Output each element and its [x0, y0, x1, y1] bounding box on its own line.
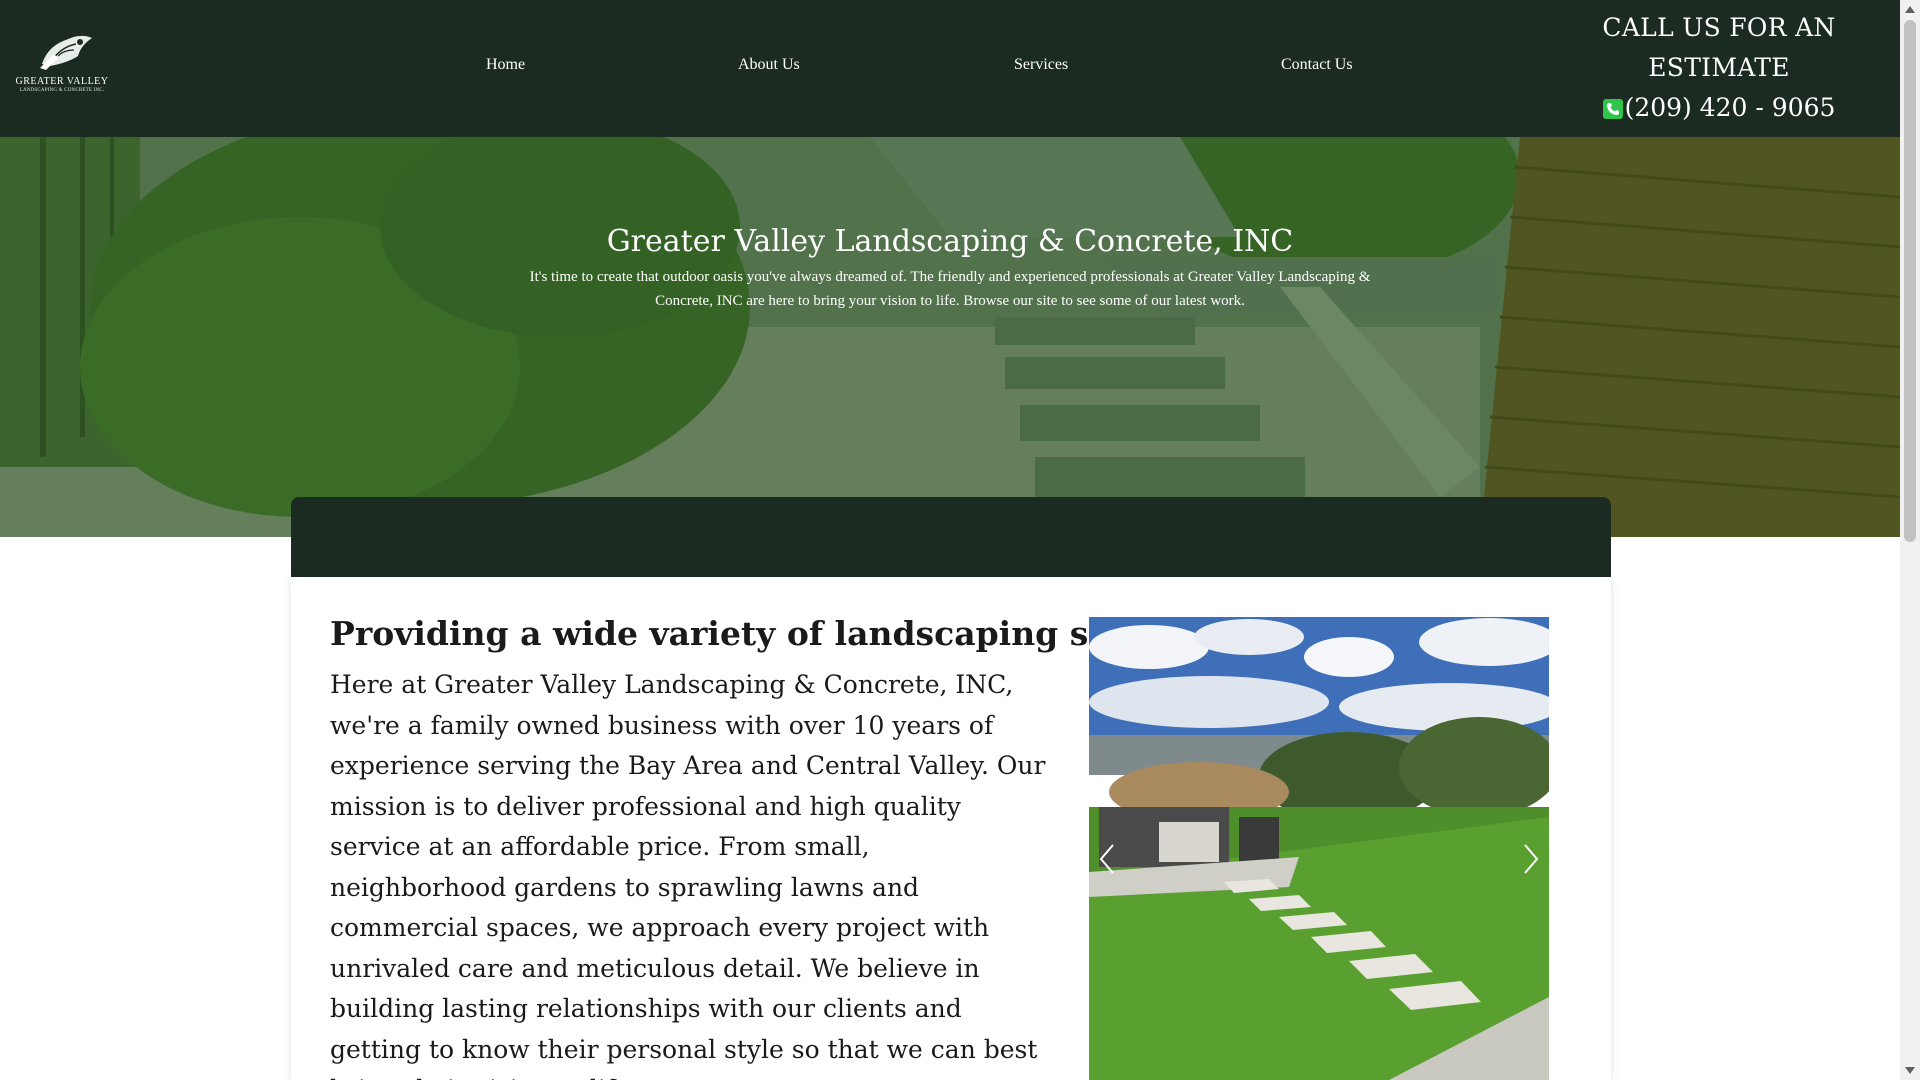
scroll-up-arrow-icon[interactable] — [1905, 6, 1915, 13]
section-title: Providing a wide variety of landscaping … — [330, 614, 1219, 653]
nav-home[interactable]: Home — [486, 56, 525, 74]
hero-description: It's time to create that outdoor oasis y… — [529, 269, 1371, 309]
phone-link[interactable]: (209) 420 - 9065 — [1594, 88, 1844, 128]
chevron-right-icon[interactable] — [1519, 842, 1543, 876]
content-card-header — [291, 497, 1611, 577]
nav-contact-us[interactable]: Contact Us — [1281, 56, 1353, 74]
logo-subtitle: LANDSCAPING & CONCRETE INC. — [19, 88, 105, 93]
slider-image — [1089, 617, 1549, 1080]
logo-name: GREATER VALLEY — [15, 76, 109, 87]
cta-line-1: CALL US FOR AN — [1602, 13, 1836, 42]
phone-number: (209) 420 - 9065 — [1624, 93, 1836, 122]
section-body: Here at Greater Valley Landscaping & Con… — [330, 670, 1046, 1080]
cta-line-2: ESTIMATE — [1648, 53, 1790, 82]
nav-services[interactable]: Services — [1014, 56, 1068, 74]
site-header: GREATER VALLEY LANDSCAPING & CONCRETE IN… — [0, 0, 1900, 137]
image-slider[interactable] — [1089, 617, 1549, 1080]
hero-banner: Greater Valley Landscaping & Concrete, I… — [0, 137, 1900, 537]
content-card: Providing a wide variety of landscaping … — [291, 577, 1611, 1080]
logo[interactable]: GREATER VALLEY LANDSCAPING & CONCRETE IN… — [12, 30, 112, 100]
hero-overlay — [0, 137, 1900, 537]
phone-icon — [1602, 99, 1623, 119]
nav-about-us[interactable]: About Us — [738, 56, 800, 74]
call-estimate-block: CALL US FOR AN ESTIMATE (209) 420 - 9065 — [1594, 8, 1844, 128]
page-scrollbar[interactable] — [1900, 0, 1920, 1080]
hero-title: Greater Valley Landscaping & Concrete, I… — [606, 224, 1294, 259]
chevron-left-icon[interactable] — [1095, 842, 1119, 876]
scroll-down-arrow-icon[interactable] — [1905, 1067, 1915, 1074]
scrollbar-thumb[interactable] — [1904, 20, 1916, 542]
logo-tree-icon — [40, 35, 92, 70]
